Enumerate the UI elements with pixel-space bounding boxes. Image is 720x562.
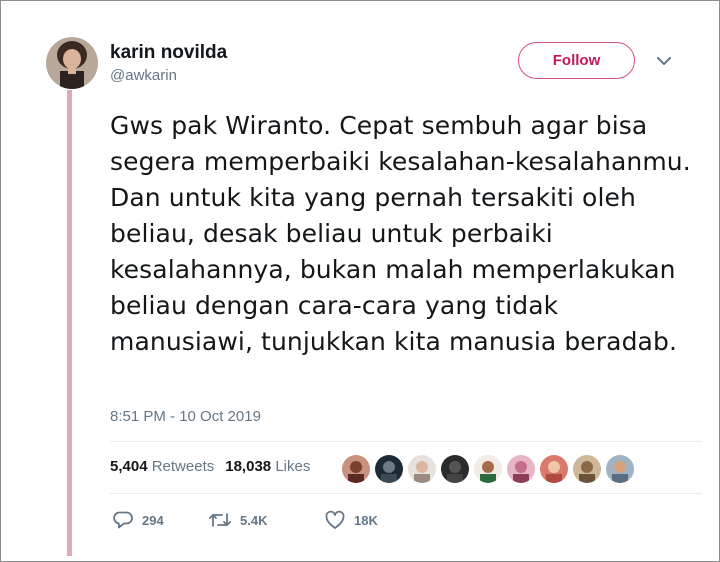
divider bbox=[110, 493, 702, 494]
author-handle[interactable]: @awkarin bbox=[110, 67, 177, 84]
tweet-timestamp[interactable]: 8:51 PM - 10 Oct 2019 bbox=[110, 408, 261, 425]
retweet-icon bbox=[208, 510, 232, 530]
tweet-actions: 294 5.4K 18K bbox=[112, 510, 378, 530]
retweets-label: Retweets bbox=[151, 458, 215, 475]
reply-button[interactable]: 294 bbox=[112, 510, 208, 530]
tweet-text: Gws pak Wiranto. Cepat sembuh agar bisa … bbox=[110, 111, 691, 356]
tweet-stats: 5,404 Retweets 18,038 Likes bbox=[110, 458, 310, 475]
likes-label: Likes bbox=[275, 458, 311, 475]
liker-avatar[interactable] bbox=[540, 455, 568, 483]
liker-avatar[interactable] bbox=[507, 455, 535, 483]
reply-count: 294 bbox=[142, 512, 164, 528]
retweet-count: 5.4K bbox=[240, 512, 268, 528]
liker-avatars bbox=[342, 455, 634, 483]
liker-avatar[interactable] bbox=[474, 455, 502, 483]
reply-icon bbox=[112, 510, 134, 530]
liker-avatar[interactable] bbox=[375, 455, 403, 483]
retweets-count: 5,404 bbox=[110, 458, 148, 475]
likes-stat[interactable]: 18,038 Likes bbox=[225, 458, 310, 475]
retweets-stat[interactable]: 5,404 Retweets bbox=[110, 458, 214, 475]
author-avatar[interactable] bbox=[46, 37, 98, 89]
like-button[interactable]: 18K bbox=[324, 510, 378, 530]
author-name[interactable]: karin novilda bbox=[110, 42, 227, 64]
liker-avatar[interactable] bbox=[408, 455, 436, 483]
thread-line bbox=[67, 90, 72, 556]
chevron-down-icon[interactable] bbox=[655, 54, 673, 68]
liker-avatar[interactable] bbox=[441, 455, 469, 483]
liker-avatar[interactable] bbox=[342, 455, 370, 483]
follow-button[interactable]: Follow bbox=[518, 42, 635, 79]
retweet-button[interactable]: 5.4K bbox=[208, 510, 324, 530]
likes-count: 18,038 bbox=[225, 458, 272, 475]
divider bbox=[110, 441, 702, 442]
liker-avatar[interactable] bbox=[573, 455, 601, 483]
like-count: 18K bbox=[354, 512, 378, 528]
liker-avatar[interactable] bbox=[606, 455, 634, 483]
heart-icon bbox=[324, 510, 346, 530]
